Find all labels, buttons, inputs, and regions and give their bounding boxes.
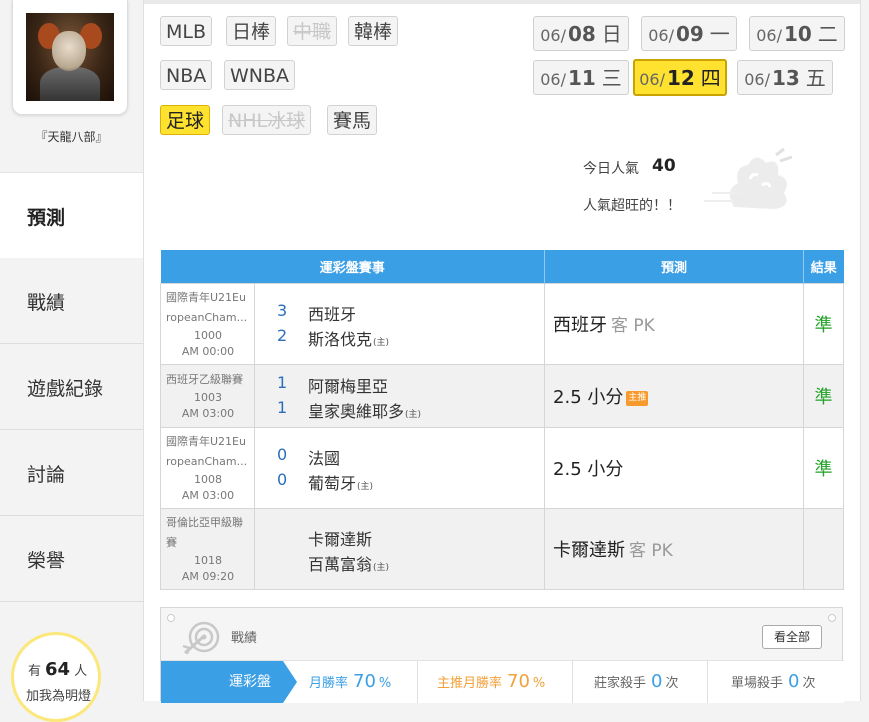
record-title: 戰績	[231, 631, 258, 646]
league-cell: 國際青年U21EuropeanCham... 1000 AM 00:00	[160, 283, 255, 365]
result-cell: 準	[803, 283, 845, 365]
table-row: 國際青年U21EuropeanCham... 1000 AM 00:00 3 西班…	[160, 283, 845, 365]
teams-cell: 卡爾達斯 百萬富翁(主)	[253, 508, 546, 590]
popularity-label: 今日人氣	[583, 161, 639, 177]
date-tab-0612[interactable]: 06/12 四	[633, 59, 727, 96]
popularity-message: 人氣超旺的！！	[583, 198, 681, 214]
record-panel: 戰績 看全部 運彩盤 月勝率 70% 主推月勝率 70% 莊家殺手 0 次 單場殺手 0 次	[160, 607, 844, 703]
tab-sports-lottery[interactable]: 運彩盤	[161, 661, 297, 703]
popularity-value: 40	[652, 156, 676, 176]
prediction-cell: 2.5 小分	[544, 427, 805, 509]
sport-tag-nhl: NHL冰球	[222, 105, 312, 135]
nav-item-label: 戰績	[27, 292, 66, 314]
teams-cell: 1 阿爾梅里亞 1 皇家奧維耶多(主)	[253, 364, 546, 428]
nav-list: 戰績 遊戲紀錄 討論 榮譽	[0, 258, 143, 602]
result-cell: 準	[803, 427, 845, 509]
popularity-splash-icon	[704, 147, 793, 209]
date-tab-0609[interactable]: 06/09 一	[641, 16, 737, 51]
main-panel: MLB 日棒 中職 韓棒 NBA WNBA 足球 NHL冰球 賽馬 06/08 日…	[143, 0, 861, 703]
table-row: 哥倫比亞甲級聯賽 1018 AM 09:20 卡爾達斯 百萬富翁(主) 卡爾達斯…	[160, 508, 845, 590]
nav-item-honor[interactable]: 榮譽	[0, 516, 143, 602]
nav-item-label: 預測	[27, 207, 66, 229]
header-game: 運彩盤賽事	[160, 250, 545, 284]
prediction-cell: 2.5 小分 主推	[544, 364, 805, 428]
avatar-card	[12, 0, 128, 115]
avatar[interactable]	[26, 13, 114, 101]
league-cell: 哥倫比亞甲級聯賽 1018 AM 09:20	[160, 508, 255, 590]
prediction-cell: 西班牙客 PK	[544, 283, 805, 365]
left-sidebar: 『天龍八部』 預測 戰績 遊戲紀錄 討論 榮譽 有 64 人 加我為明燈	[0, 0, 143, 722]
nav-item-label: 遊戲紀錄	[27, 378, 104, 400]
sport-tag-kbo[interactable]: 韓棒	[348, 16, 399, 46]
league-cell: 國際青年U21EuropeanCham... 1008 AM 03:00	[160, 427, 255, 509]
record-stats-bar: 運彩盤 月勝率 70% 主推月勝率 70% 莊家殺手 0 次 單場殺手 0 次	[161, 660, 844, 703]
table-row: 國際青年U21EuropeanCham... 1008 AM 03:00 0 法國…	[160, 427, 845, 509]
target-icon	[182, 621, 220, 654]
sport-tag-cpbl: 中職	[287, 16, 338, 46]
sport-tag-soccer[interactable]: 足球	[160, 105, 211, 135]
sport-tag-wnba[interactable]: WNBA	[224, 60, 296, 90]
pin-dot	[828, 614, 836, 622]
featured-pick-badge: 主推	[626, 390, 649, 406]
stat-monthly-win-rate: 月勝率 70%	[309, 671, 392, 692]
user-nickname: 『天龍八部』	[35, 130, 108, 144]
result-cell	[803, 508, 845, 590]
teams-cell: 3 西班牙 2 斯洛伐克(主)	[253, 283, 546, 365]
date-tab-0611[interactable]: 06/11 三	[533, 60, 629, 95]
date-tab-0610[interactable]: 06/10 二	[749, 16, 845, 51]
nav-item-record[interactable]: 戰績	[0, 258, 143, 344]
date-tab-0608[interactable]: 06/08 日	[533, 16, 629, 51]
league-cell: 西班牙乙級聯賽 1003 AM 03:00	[160, 364, 255, 428]
view-all-button[interactable]: 看全部	[762, 625, 822, 649]
stat-bookie-killer: 莊家殺手 0 次	[594, 671, 679, 692]
result-cell: 準	[803, 364, 845, 428]
pin-dot	[167, 614, 175, 622]
prediction-cell: 卡爾達斯客 PK	[544, 508, 805, 590]
table-row: 西班牙乙級聯賽 1003 AM 03:00 1 阿爾梅里亞 1 皇家奧維耶多(主) …	[160, 364, 845, 428]
follow-lamp-button[interactable]: 有 64 人 加我為明燈	[11, 632, 101, 722]
sport-tag-horse-racing[interactable]: 賽馬	[327, 105, 378, 135]
stat-featured-monthly-win-rate: 主推月勝率 70%	[437, 671, 546, 692]
prediction-table: 運彩盤賽事 預測 結果 國際青年U21EuropeanCham... 1000 …	[160, 250, 845, 590]
header-prediction: 預測	[544, 250, 804, 284]
lamp-action: 加我為明燈	[26, 689, 92, 704]
nav-item-label: 討論	[27, 464, 66, 486]
stat-single-game-killer: 單場殺手 0 次	[731, 671, 816, 692]
teams-cell: 0 法國 0 葡萄牙(主)	[253, 427, 546, 509]
sport-tag-npb[interactable]: 日棒	[226, 16, 277, 46]
header-result: 結果	[803, 250, 844, 284]
nav-item-label: 榮譽	[27, 550, 66, 572]
nav-item-discussion[interactable]: 討論	[0, 430, 143, 516]
nav-item-game-log[interactable]: 遊戲紀錄	[0, 344, 143, 430]
sport-tag-mlb[interactable]: MLB	[160, 16, 213, 46]
nav-item-predict[interactable]: 預測	[0, 172, 143, 260]
date-tab-0613[interactable]: 06/13 五	[737, 60, 833, 95]
sport-tag-nba[interactable]: NBA	[160, 60, 213, 90]
lamp-count: 有 64 人	[28, 659, 88, 680]
